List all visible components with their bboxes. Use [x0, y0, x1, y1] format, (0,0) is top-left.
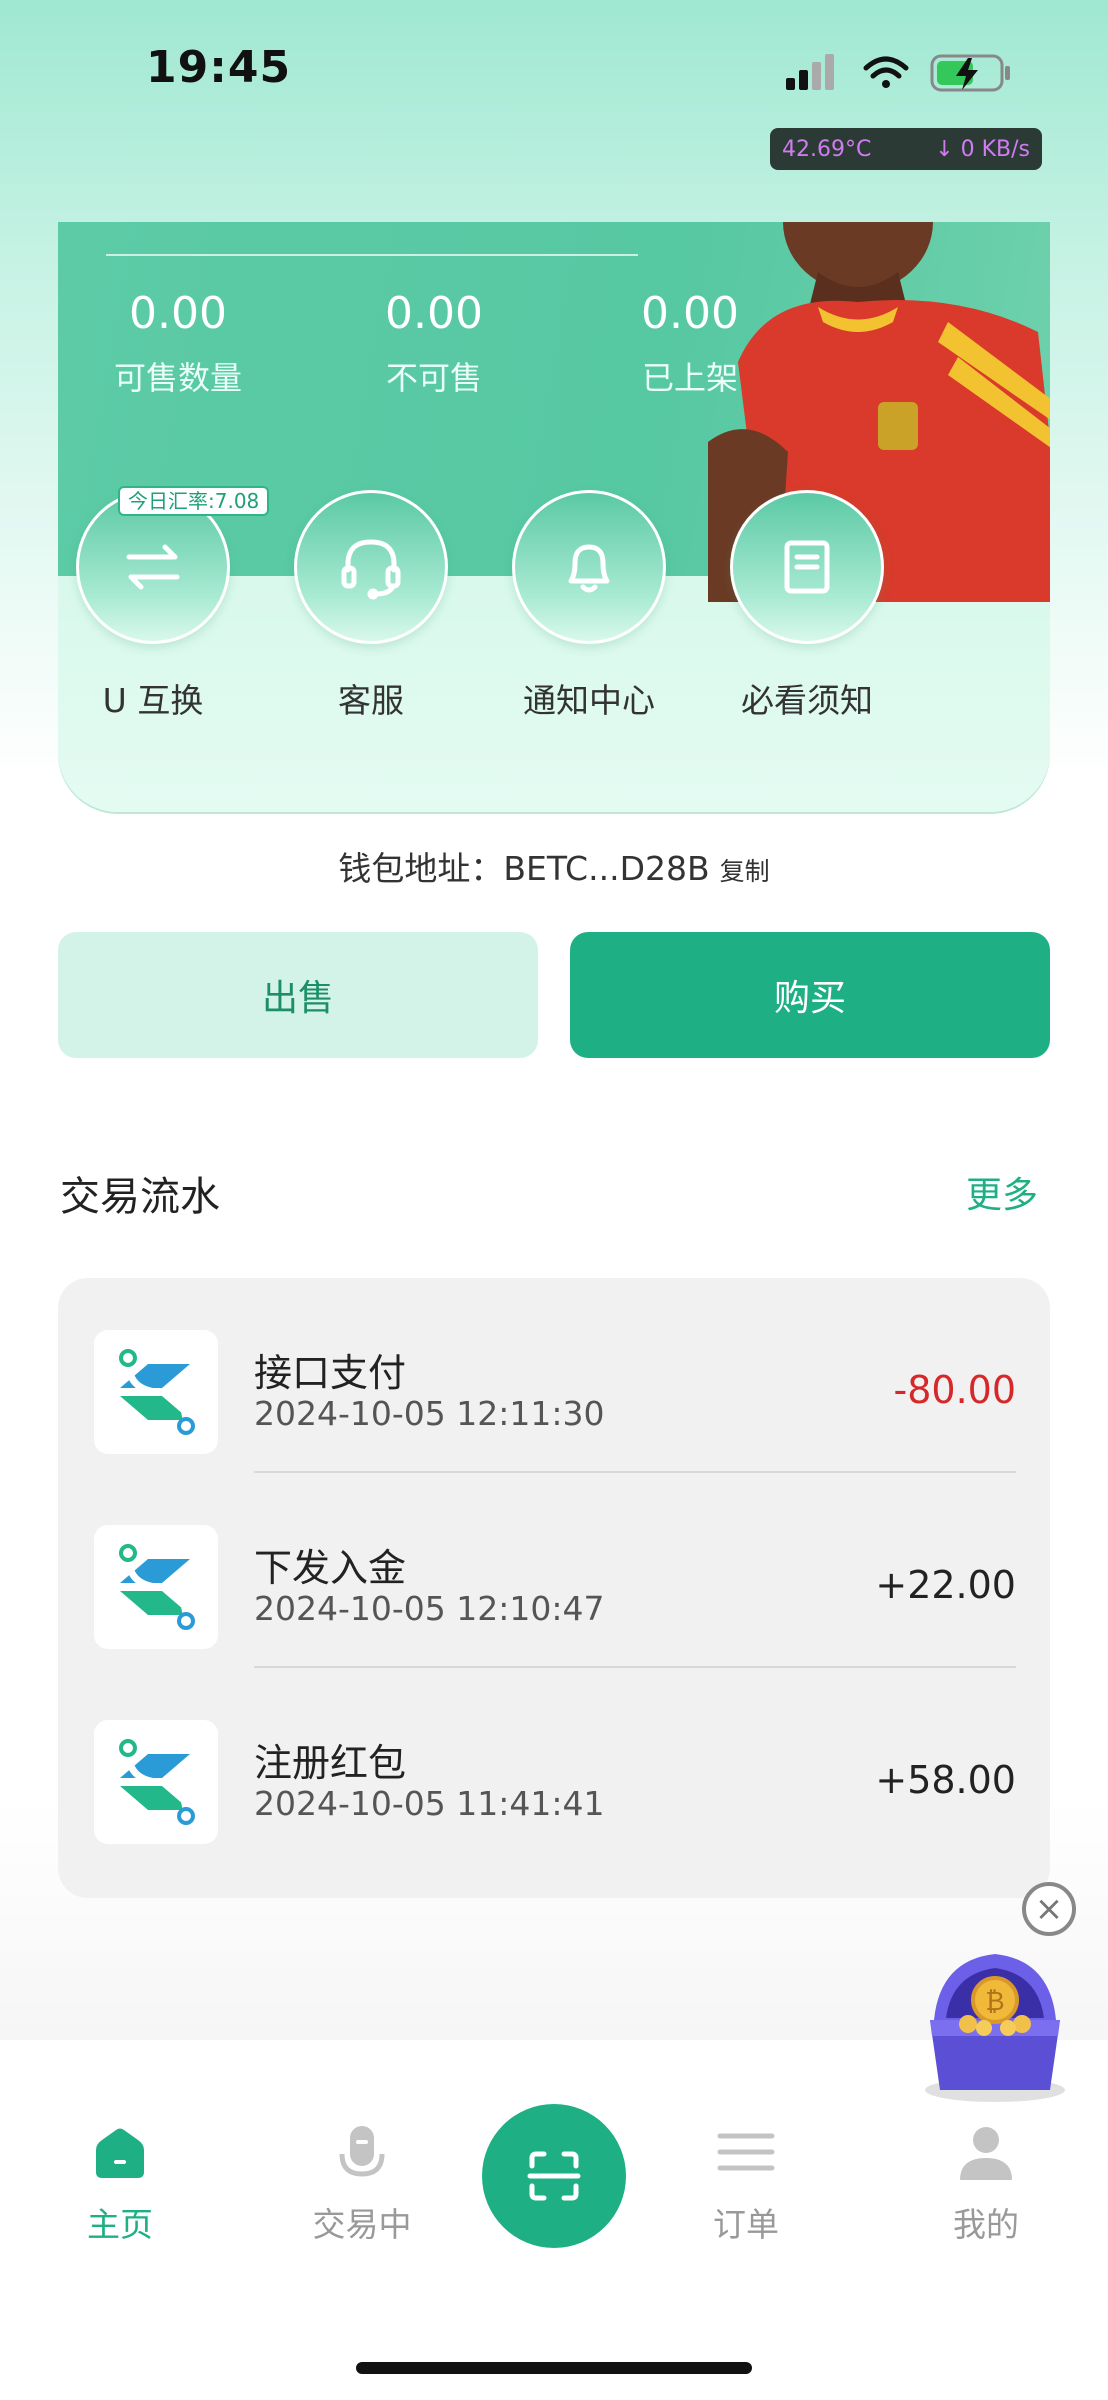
action-circle[interactable]	[512, 490, 666, 644]
stat-unsellable: 0.00 不可售	[314, 288, 554, 399]
stat-listed: 0.00 已上架	[570, 288, 810, 399]
list-icon	[717, 2133, 775, 2171]
document-icon	[784, 540, 830, 594]
stat-value: 0.00	[641, 288, 739, 339]
transaction-name: 接口支付	[254, 1351, 407, 1395]
cellular-signal-icon	[786, 54, 834, 90]
treasure-chest-icon[interactable]: ₿	[910, 1940, 1080, 2110]
swap-icon	[126, 544, 180, 590]
action-label: 通知中心	[523, 681, 655, 720]
wallet-address: 钱包地址：BETC...D28B 复制	[0, 842, 1108, 890]
asset-card: 0.00 可售数量 0.00 不可售 0.00 已上架 U 互换 客服 通知中心…	[58, 222, 1050, 812]
transaction-amount: +22.00	[875, 1563, 1016, 1607]
action-circle[interactable]	[730, 490, 884, 644]
action-u-exchange[interactable]: U 互换	[58, 490, 248, 722]
temperature-text: 42.69°C	[782, 136, 872, 162]
app-logo-icon	[94, 1720, 218, 1844]
bell-icon	[568, 544, 610, 593]
action-notification-center[interactable]: 通知中心	[494, 490, 684, 722]
action-customer-service[interactable]: 客服	[276, 490, 466, 722]
exchange-rate-tag: 今日汇率:7.08	[118, 486, 270, 516]
app-logo-icon	[94, 1330, 218, 1454]
scan-button[interactable]	[482, 2104, 626, 2248]
home-icon	[96, 2128, 144, 2178]
action-label: 必看须知	[741, 681, 873, 720]
stat-value: 0.00	[129, 288, 227, 339]
more-link[interactable]: 更多	[966, 1166, 1038, 1218]
home-indicator	[356, 2362, 752, 2374]
transaction-date: 2024-10-05 11:41:41	[254, 1784, 605, 1823]
stat-label: 已上架	[641, 359, 738, 397]
action-circle[interactable]	[294, 490, 448, 644]
list-item[interactable]: 注册红包 2024-10-05 11:41:41 +58.00	[58, 1668, 1050, 1863]
transaction-date: 2024-10-05 12:10:47	[254, 1589, 605, 1628]
transaction-name: 注册红包	[254, 1741, 407, 1785]
transaction-amount: -80.00	[893, 1368, 1017, 1412]
tab-mine[interactable]: 我的	[906, 2120, 1066, 2246]
tab-label: 订单	[713, 2205, 779, 2244]
action-must-read[interactable]: 必看须知	[712, 490, 902, 722]
system-monitor-badge: 42.69°C ↓ 0 KB/s	[770, 128, 1042, 170]
transaction-list: 接口支付 2024-10-05 12:11:30 -80.00 下发入金 202…	[58, 1278, 1050, 1898]
battery-icon	[930, 54, 1010, 92]
banner-divider	[106, 254, 638, 256]
transaction-date: 2024-10-05 12:11:30	[254, 1394, 605, 1433]
transaction-amount: +58.00	[875, 1758, 1016, 1802]
status-icons	[786, 54, 1010, 92]
microphone-icon	[339, 2126, 385, 2177]
close-icon[interactable]: ×	[1022, 1882, 1076, 1936]
user-icon	[960, 2127, 1012, 2180]
stat-label: 可售数量	[113, 359, 242, 397]
tab-label: 我的	[953, 2205, 1019, 2244]
tab-trading[interactable]: 交易中	[282, 2120, 442, 2246]
svg-text:₿: ₿	[985, 1987, 1004, 2017]
buy-button[interactable]: 购买	[570, 932, 1050, 1058]
tab-label: 交易中	[312, 2205, 412, 2244]
wallet-address-text: 钱包地址：BETC...D28B	[338, 849, 710, 888]
wifi-icon	[863, 56, 909, 88]
scan-icon	[527, 2151, 581, 2201]
list-item[interactable]: 接口支付 2024-10-05 12:11:30 -80.00	[58, 1278, 1050, 1473]
copy-button[interactable]: 复制	[720, 857, 770, 886]
list-item[interactable]: 下发入金 2024-10-05 12:10:47 +22.00	[58, 1473, 1050, 1668]
net-speed-text: ↓ 0 KB/s	[935, 136, 1030, 162]
tab-orders[interactable]: 订单	[666, 2120, 826, 2246]
app-logo-icon	[94, 1525, 218, 1649]
headset-icon	[341, 539, 401, 600]
transaction-name: 下发入金	[254, 1546, 407, 1590]
tab-label: 主页	[87, 2205, 153, 2244]
sell-button[interactable]: 出售	[58, 932, 538, 1058]
action-label: U 互换	[102, 681, 204, 720]
status-time: 19:45	[146, 42, 292, 93]
stat-value: 0.00	[385, 288, 483, 339]
stat-sellable: 0.00 可售数量	[58, 288, 298, 399]
stat-label: 不可售	[385, 359, 482, 397]
transactions-title: 交易流水	[60, 1174, 220, 1220]
action-label: 客服	[338, 681, 404, 720]
tab-home[interactable]: 主页	[40, 2120, 200, 2246]
